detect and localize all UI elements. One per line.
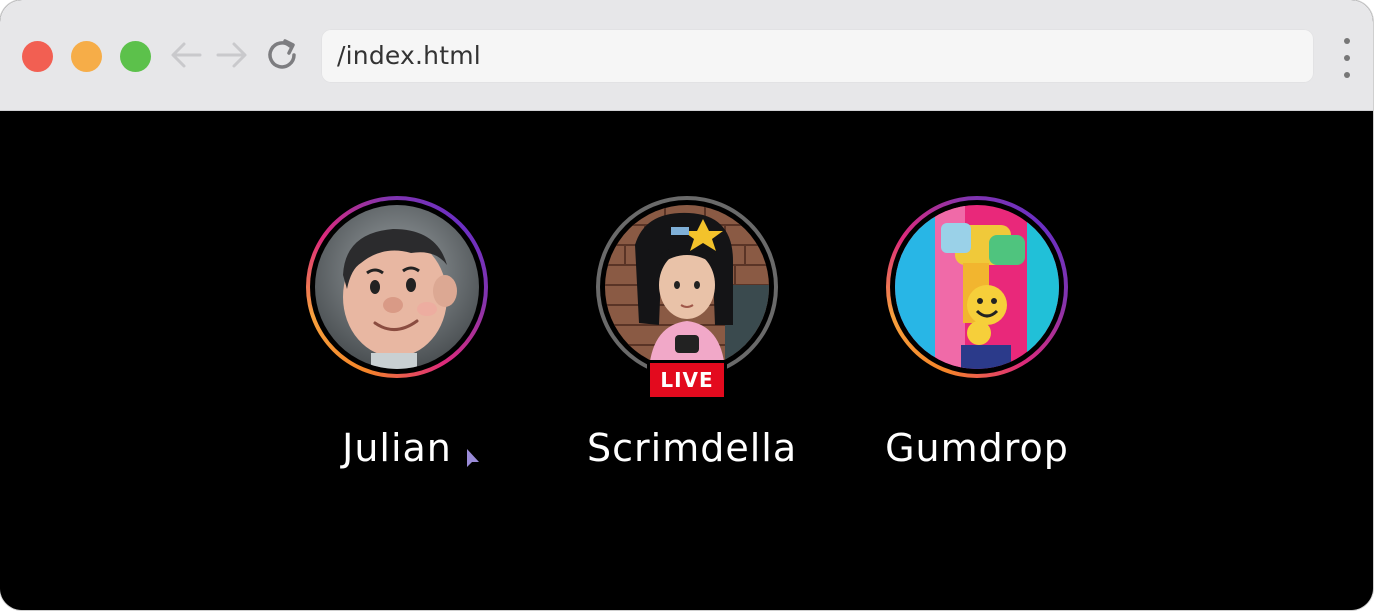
story-ring bbox=[596, 196, 778, 378]
window-close-button[interactable] bbox=[22, 41, 53, 72]
story-gumdrop[interactable]: Gumdrop bbox=[877, 196, 1077, 486]
story-julian[interactable]: Julian bbox=[297, 196, 497, 486]
avatar-gumdrop bbox=[895, 205, 1059, 369]
back-button[interactable] bbox=[166, 35, 206, 75]
story-ring bbox=[886, 196, 1068, 378]
avatar-scrimdella bbox=[605, 205, 769, 369]
arrow-right-icon bbox=[216, 42, 247, 68]
avatar-julian bbox=[315, 205, 479, 369]
browser-window: /index.html Julian LIVE Scrimdella Gumdr… bbox=[0, 0, 1373, 610]
browser-toolbar: /index.html bbox=[0, 0, 1373, 111]
mouse-cursor-icon bbox=[467, 449, 479, 467]
live-badge: LIVE bbox=[647, 360, 727, 400]
arrow-left-icon bbox=[171, 42, 202, 68]
story-scrimdella[interactable]: LIVE Scrimdella bbox=[587, 196, 798, 486]
gumdrop-avatar-image bbox=[895, 205, 1059, 369]
story-name: Scrimdella bbox=[587, 426, 798, 470]
url-text: /index.html bbox=[337, 41, 481, 70]
story-name: Gumdrop bbox=[885, 426, 1069, 470]
scrimdella-avatar-image bbox=[605, 205, 769, 369]
reload-button[interactable] bbox=[262, 35, 302, 75]
story-ring bbox=[306, 196, 488, 378]
window-minimize-button[interactable] bbox=[71, 41, 102, 72]
window-maximize-button[interactable] bbox=[120, 41, 151, 72]
reload-icon bbox=[268, 39, 296, 69]
forward-button[interactable] bbox=[212, 35, 252, 75]
page-content: Julian LIVE Scrimdella Gumdrop bbox=[0, 111, 1373, 610]
address-bar[interactable]: /index.html bbox=[321, 29, 1314, 83]
julian-avatar-image bbox=[315, 205, 479, 369]
browser-menu-button[interactable] bbox=[1336, 38, 1358, 78]
kebab-menu-icon bbox=[1344, 38, 1350, 44]
